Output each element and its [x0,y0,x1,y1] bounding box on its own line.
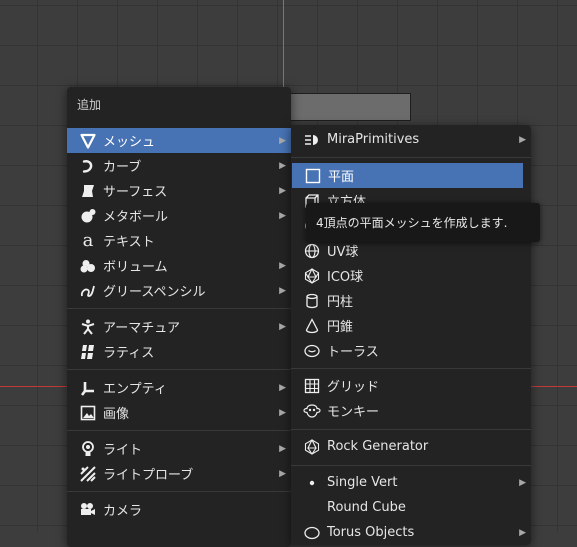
submenu-arrow-icon: ▶ [519,134,526,145]
grease-pencil-icon [76,281,100,301]
submenu-arrow-icon: ▶ [519,477,526,488]
menu-item-mesh[interactable]: メッシュ ▶ [67,128,291,153]
rock-icon [300,437,324,457]
menu-item-text[interactable]: a テキスト [67,228,291,253]
menu-item-light-probe[interactable]: ライトプローブ ▶ [67,461,291,486]
menu-separator [67,430,291,431]
volume-icon [76,256,100,276]
image-icon [76,403,100,423]
menu-item-surface[interactable]: サーフェス ▶ [67,178,291,203]
submenu-item-round-cube[interactable]: Round Cube [291,495,531,520]
tooltip-text: 4頂点の平面メッシュを作成します. [316,216,508,230]
menu-item-light[interactable]: ライト ▶ [67,436,291,461]
menu-separator [67,491,291,492]
menu-title: 追加 [77,98,102,112]
cone-icon [300,316,324,336]
mesh-icon [76,131,100,151]
menu-item-curve[interactable]: カーブ ▶ [67,153,291,178]
submenu-arrow-icon: ▶ [279,160,286,171]
round-cube-icon [300,498,324,518]
submenu-arrow-icon: ▶ [279,260,286,271]
submenu-item-rock-generator[interactable]: Rock Generator [291,434,531,459]
torus-objects-icon [300,523,324,543]
menu-item-metaball[interactable]: メタボール ▶ [67,203,291,228]
menu-separator [67,308,291,309]
menu-separator [291,157,531,158]
submenu-arrow-icon: ▶ [279,382,286,393]
text-icon: a [82,230,94,251]
submenu-arrow-icon: ▶ [279,468,286,479]
menu-item-lattice[interactable]: ラティス [67,339,291,364]
light-icon [76,439,100,459]
menu-separator [291,429,531,430]
surface-icon [76,181,100,201]
cylinder-icon [300,291,324,311]
submenu-arrow-icon: ▶ [279,443,286,454]
ico-sphere-icon [300,266,324,286]
submenu-item-cylinder[interactable]: 円柱 [291,288,531,313]
menu-item-empty[interactable]: エンプティ ▶ [67,375,291,400]
submenu-item-monkey[interactable]: モンキー [291,398,531,423]
mira-primitives-icon [300,130,324,150]
menu-separator [291,368,531,369]
armature-icon [76,317,100,337]
mesh-submenu: MiraPrimitives ▶ 平面 立方体 円 UV球 ICO球 円柱 円錐… [291,125,531,545]
menu-separator [291,465,531,466]
uv-sphere-icon [300,241,324,261]
submenu-item-torus[interactable]: トーラス [291,338,531,363]
submenu-item-single-vert[interactable]: Single Vert ▶ [291,470,531,495]
torus-icon [300,341,324,361]
add-menu: 追加 メッシュ ▶ カーブ ▶ サーフェス ▶ メタボール ▶ a テキスト ボ… [67,87,291,547]
submenu-arrow-icon: ▶ [279,407,286,418]
submenu-arrow-icon: ▶ [279,210,286,221]
camera-icon [76,500,100,520]
plane-icon [301,166,325,186]
menu-item-image[interactable]: 画像 ▶ [67,400,291,425]
submenu-item-ico-sphere[interactable]: ICO球 [291,263,531,288]
submenu-arrow-icon: ▶ [279,321,286,332]
submenu-arrow-icon: ▶ [279,135,286,146]
menu-item-grease-pencil[interactable]: グリースペンシル ▶ [67,278,291,303]
submenu-item-mira-primitives[interactable]: MiraPrimitives ▶ [291,127,531,152]
lattice-icon [76,342,100,362]
submenu-arrow-icon: ▶ [279,285,286,296]
grid-icon [300,376,324,396]
curve-icon [76,156,100,176]
tooltip: 4頂点の平面メッシュを作成します. [306,203,540,242]
menu-item-volume[interactable]: ボリューム ▶ [67,253,291,278]
single-vert-icon [300,473,324,493]
submenu-item-grid[interactable]: グリッド [291,373,531,398]
menu-item-armature[interactable]: アーマチュア ▶ [67,314,291,339]
submenu-arrow-icon: ▶ [519,527,526,538]
empty-icon [76,378,100,398]
menu-item-camera[interactable]: カメラ [67,497,291,522]
monkey-icon [300,401,324,421]
submenu-item-cone[interactable]: 円錐 [291,313,531,338]
menu-separator [67,369,291,370]
submenu-item-torus-objects[interactable]: Torus Objects ▶ [291,520,531,545]
submenu-arrow-icon: ▶ [279,185,286,196]
submenu-item-plane[interactable]: 平面 [292,163,523,188]
metaball-icon [76,206,100,226]
light-probe-icon [76,464,100,484]
